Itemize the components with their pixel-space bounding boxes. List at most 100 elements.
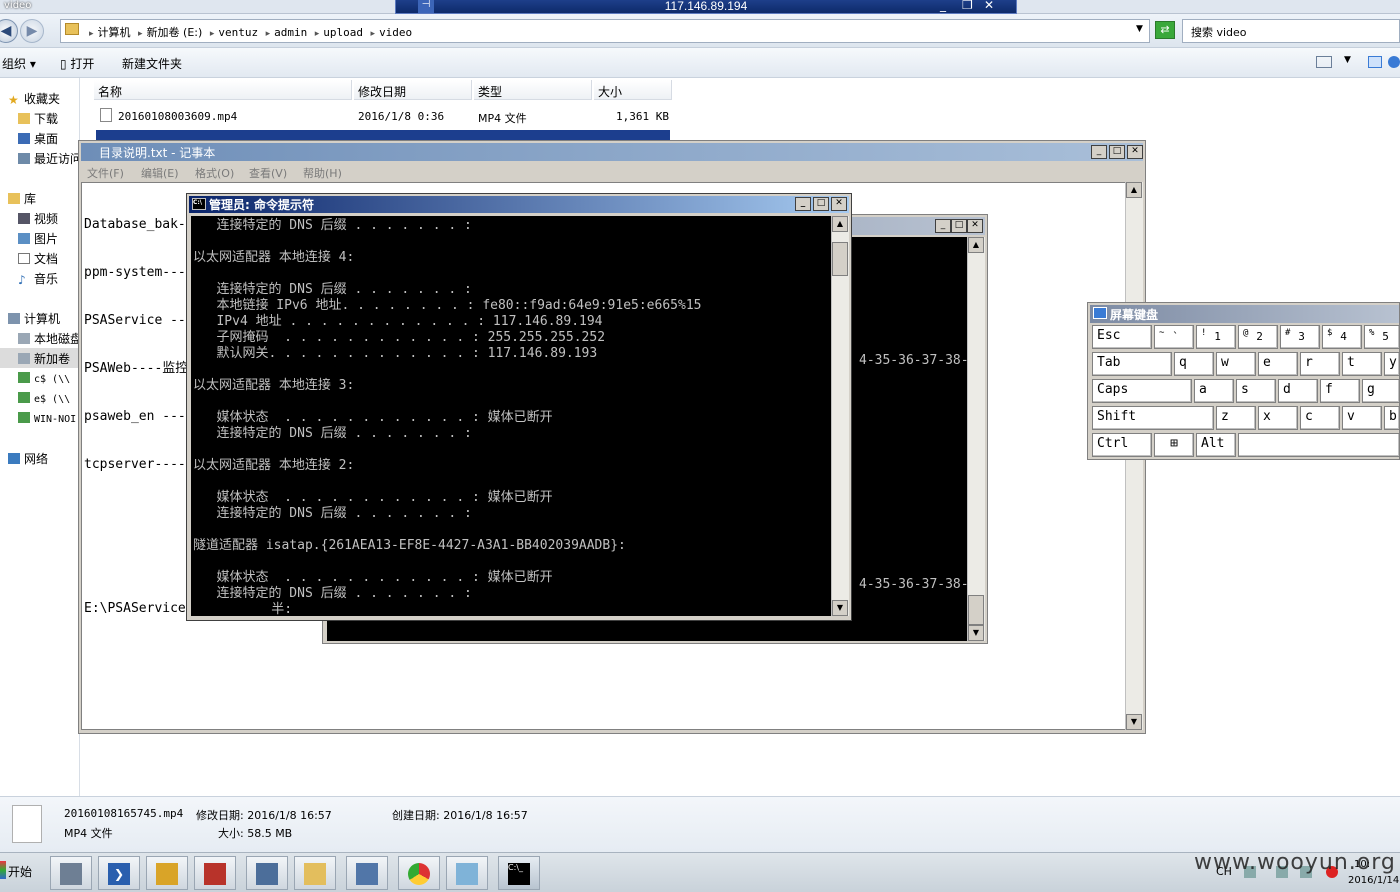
column-name[interactable]: 名称 [94, 80, 352, 100]
forward-button[interactable]: ▶ [20, 19, 44, 43]
menu-view[interactable]: 查看(V) [249, 165, 287, 181]
restore-icon[interactable]: ❐ [962, 0, 973, 12]
column-type[interactable]: 类型 [474, 80, 592, 100]
column-size[interactable]: 大小 [594, 80, 672, 100]
key-3[interactable]: # 3 [1280, 325, 1320, 349]
key-v[interactable]: v [1342, 406, 1382, 430]
on-screen-keyboard[interactable]: 屏幕键盘 Esc ~ ` ! 1 @ 2 # 3 $ 4 % 5 Tab q w… [1087, 302, 1400, 460]
window-button[interactable] [246, 856, 288, 890]
key-w[interactable]: w [1216, 352, 1256, 376]
help-icon[interactable] [1388, 56, 1400, 68]
cmd-window[interactable]: C:\ 管理员: 命令提示符 _ □ ✕ 连接特定的 DNS 后缀 . . . … [186, 193, 852, 621]
menu-format[interactable]: 格式(O) [195, 165, 234, 181]
remote-desktop-button[interactable] [194, 856, 236, 890]
crumb-computer[interactable]: 计算机 [98, 26, 131, 39]
table-row[interactable]: 20160108003609.mp4 2016/1/8 0:36 MP4 文件 … [96, 108, 676, 126]
cmd-console[interactable]: 连接特定的 DNS 后缀 . . . . . . . : 以太网适配器 本地连接… [191, 216, 831, 616]
menu-file[interactable]: 文件(F) [87, 165, 124, 181]
osk-titlebar[interactable]: 屏幕键盘 [1090, 305, 1399, 323]
nav-downloads[interactable]: 下载 [18, 110, 58, 127]
organize-button[interactable]: 组织 ▾ [2, 55, 36, 72]
table-row-selected[interactable] [96, 130, 670, 140]
nav-desktop[interactable]: 桌面 [18, 130, 58, 147]
key-t[interactable]: t [1342, 352, 1382, 376]
scroll-thumb[interactable] [832, 242, 848, 276]
nav-pictures[interactable]: 图片 [18, 230, 58, 247]
nav-network[interactable]: 网络 [8, 450, 48, 467]
key-b[interactable]: b [1384, 406, 1400, 430]
scroll-up-icon[interactable]: ▲ [832, 216, 848, 232]
scroll-up-icon[interactable]: ▲ [968, 237, 984, 253]
crumb-admin[interactable]: admin [274, 26, 307, 39]
crumb-upload[interactable]: upload [323, 26, 363, 39]
key-x[interactable]: x [1258, 406, 1298, 430]
key-r[interactable]: r [1300, 352, 1340, 376]
crumb-video[interactable]: video [379, 26, 412, 39]
back-button[interactable]: ◀ [0, 19, 18, 43]
powershell-button[interactable]: ❯ [98, 856, 140, 890]
chrome-button[interactable] [398, 856, 440, 890]
minimize-icon[interactable]: _ [940, 0, 946, 12]
maximize-icon[interactable]: □ [813, 197, 829, 211]
minimize-icon[interactable]: _ [795, 197, 811, 211]
key-5[interactable]: % 5 [1364, 325, 1400, 349]
nav-documents[interactable]: 文档 [18, 250, 58, 267]
key-tilde[interactable]: ~ ` [1154, 325, 1194, 349]
key-4[interactable]: $ 4 [1322, 325, 1362, 349]
nav-computer[interactable]: 计算机 [8, 310, 60, 327]
menu-help[interactable]: 帮助(H) [303, 165, 342, 181]
nav-new-volume[interactable]: 新加卷 [0, 348, 80, 368]
view-options-icon[interactable] [1316, 56, 1332, 68]
cmd-titlebar[interactable]: C:\ 管理员: 命令提示符 _ □ ✕ [189, 196, 849, 213]
scroll-down-icon[interactable]: ▼ [1126, 714, 1142, 730]
new-folder-button[interactable]: 新建文件夹 [122, 55, 182, 72]
key-z[interactable]: z [1216, 406, 1256, 430]
key-ctrl[interactable]: Ctrl [1092, 433, 1152, 457]
nav-share-e[interactable]: e$ (\\ [18, 392, 70, 405]
key-a[interactable]: a [1194, 379, 1234, 403]
close-icon[interactable]: ✕ [1127, 145, 1143, 159]
clock-date[interactable]: 2016/1/14 [1348, 875, 1399, 886]
key-caps[interactable]: Caps [1092, 379, 1192, 403]
close-icon[interactable]: ✕ [831, 197, 847, 211]
crumb-ventuz[interactable]: ventuz [218, 26, 258, 39]
explorer-button[interactable] [294, 856, 336, 890]
key-s[interactable]: s [1236, 379, 1276, 403]
cmd-taskbar-button[interactable]: C:\_ [498, 856, 540, 890]
key-tab[interactable]: Tab [1092, 352, 1172, 376]
minimize-icon[interactable]: _ [935, 219, 951, 233]
search-input[interactable]: 搜索 video [1182, 19, 1400, 43]
key-d[interactable]: d [1278, 379, 1318, 403]
preview-pane-icon[interactable] [1368, 56, 1382, 68]
nav-recent[interactable]: 最近访问 [18, 150, 82, 167]
chevron-down-icon[interactable]: ▼ [1344, 55, 1351, 65]
scroll-thumb[interactable] [968, 595, 984, 625]
nav-local-disk[interactable]: 本地磁盘 [18, 330, 82, 347]
key-shift[interactable]: Shift [1092, 406, 1214, 430]
scroll-down-icon[interactable]: ▼ [832, 600, 848, 616]
nav-libraries[interactable]: 库 [8, 190, 36, 207]
cmd-back-scrollbar[interactable]: ▲ ▼ [967, 237, 985, 641]
nav-favorites[interactable]: ★ 收藏夹 [8, 90, 60, 107]
cmd-scrollbar[interactable]: ▲ ▼ [831, 216, 849, 616]
nav-videos[interactable]: 视频 [18, 210, 58, 227]
scroll-up-icon[interactable]: ▲ [1126, 182, 1142, 198]
close-icon[interactable]: ✕ [984, 0, 994, 12]
scroll-down-icon[interactable]: ▼ [968, 625, 984, 641]
column-date[interactable]: 修改日期 [354, 80, 472, 100]
key-g[interactable]: g [1362, 379, 1400, 403]
notepad-titlebar[interactable]: 目录说明.txt - 记事本 _ □ ✕ [81, 143, 1143, 161]
start-button[interactable]: 开始 [0, 859, 34, 887]
key-space[interactable] [1238, 433, 1400, 457]
maximize-icon[interactable]: □ [951, 219, 967, 233]
nav-music[interactable]: ♪ 音乐 [18, 270, 58, 287]
windows-key-icon[interactable]: ⊞ [1154, 433, 1194, 457]
key-alt[interactable]: Alt [1196, 433, 1236, 457]
tools-button[interactable] [146, 856, 188, 890]
key-y[interactable]: y [1384, 352, 1400, 376]
crumb-drive[interactable]: 新加卷 (E:) [147, 26, 203, 39]
key-e[interactable]: e [1258, 352, 1298, 376]
key-2[interactable]: @ 2 [1238, 325, 1278, 349]
chevron-down-icon[interactable]: ▼ [1136, 24, 1143, 34]
maximize-icon[interactable]: □ [1109, 145, 1125, 159]
